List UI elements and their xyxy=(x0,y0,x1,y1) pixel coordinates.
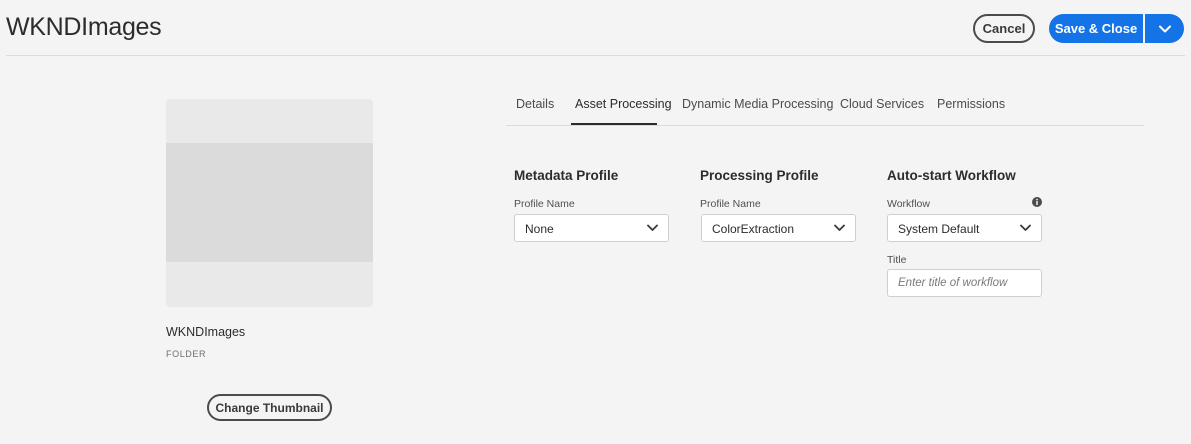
info-icon[interactable] xyxy=(1032,197,1042,207)
workflow-label: Workflow xyxy=(887,198,930,210)
folder-type: FOLDER xyxy=(166,349,207,359)
save-close-button[interactable]: Save & Close xyxy=(1049,14,1143,43)
metadata-profile-name-label: Profile Name xyxy=(514,198,575,210)
page-header: WKNDImages Cancel Save & Close xyxy=(0,0,1191,56)
cancel-button[interactable]: Cancel xyxy=(973,14,1035,43)
tab-permissions[interactable]: Permissions xyxy=(937,97,1005,111)
properties-tabs: Details Asset Processing Dynamic Media P… xyxy=(506,86,1144,126)
chevron-down-icon xyxy=(834,224,845,231)
workflow-value: System Default xyxy=(898,222,980,236)
processing-profile-name-label: Profile Name xyxy=(700,198,761,210)
metadata-profile-select[interactable]: None xyxy=(514,214,669,242)
workflow-title-label: Title xyxy=(887,254,907,266)
active-tab-indicator xyxy=(571,123,657,125)
folder-name: WKNDImages xyxy=(166,325,246,339)
chevron-down-icon xyxy=(647,224,658,231)
chevron-down-icon xyxy=(1158,25,1171,32)
page-title: WKNDImages xyxy=(6,13,162,41)
change-thumbnail-button[interactable]: Change Thumbnail xyxy=(207,394,332,421)
metadata-profile-value: None xyxy=(525,222,554,236)
processing-profile-select[interactable]: ColorExtraction xyxy=(701,214,856,242)
tab-asset-processing[interactable]: Asset Processing xyxy=(575,97,672,111)
workflow-select[interactable]: System Default xyxy=(887,214,1042,242)
tab-dynamic-media-processing[interactable]: Dynamic Media Processing xyxy=(682,97,833,111)
processing-profile-heading: Processing Profile xyxy=(700,168,819,183)
folder-thumbnail-image xyxy=(166,143,373,262)
processing-profile-value: ColorExtraction xyxy=(712,222,795,236)
workflow-title-input[interactable] xyxy=(887,269,1042,297)
tab-details[interactable]: Details xyxy=(516,97,554,111)
tab-cloud-services[interactable]: Cloud Services xyxy=(840,97,924,111)
auto-start-workflow-heading: Auto-start Workflow xyxy=(887,168,1016,183)
info-glyph-icon xyxy=(1036,198,1038,205)
header-divider xyxy=(6,55,1185,56)
save-options-button[interactable] xyxy=(1145,14,1184,43)
metadata-profile-heading: Metadata Profile xyxy=(514,168,619,183)
chevron-down-icon xyxy=(1020,224,1031,231)
